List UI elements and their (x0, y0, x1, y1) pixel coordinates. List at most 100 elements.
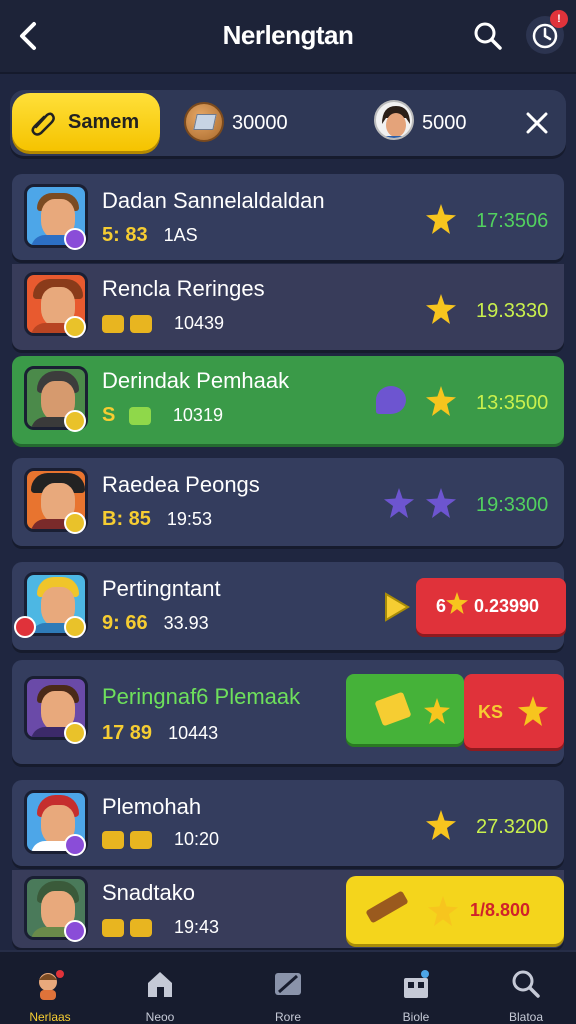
list-item[interactable]: Snadtako 19:43 1/8.800 (12, 870, 564, 948)
coin-counter: 30000 (184, 102, 304, 144)
search-icon (512, 970, 540, 998)
shop-icon (404, 970, 429, 998)
player-level: 9: 66 (102, 612, 148, 634)
cash-icon (128, 406, 151, 425)
player-name: Dadan Sannelaldaldan (102, 188, 325, 213)
player-count: 10439 (174, 313, 225, 333)
rank-badge (64, 316, 86, 338)
list-item[interactable]: Peringnaf6 Plemaak 17 89 10443 KS (12, 660, 564, 764)
nav-item-search[interactable]: Blatoa (476, 958, 576, 1024)
nav-item-home[interactable]: Nerlaas (0, 958, 100, 1024)
player-score: 19:3300 (476, 494, 549, 516)
crown-icon (102, 830, 124, 849)
player-level: B: 85 (102, 508, 151, 530)
star-icon (384, 488, 414, 518)
house-icon (148, 972, 172, 997)
player-stats: B: 85 19:53 (102, 508, 212, 531)
player-score: 13:3500 (476, 392, 549, 414)
crown-icon (102, 918, 124, 937)
star-icon (426, 386, 456, 416)
player-count: 10:20 (174, 829, 220, 849)
nav-label: Biole (402, 1010, 430, 1024)
rank-badge (64, 920, 86, 942)
treasure-icon (102, 314, 124, 333)
score-pill-yellow[interactable]: 1/8.800 (346, 876, 564, 944)
score-pill-red[interactable]: 6 0.23990 (416, 578, 566, 634)
list-item-highlighted[interactable]: Derindak Pemhaak S 10319 13:3500 (12, 356, 564, 444)
list-item[interactable]: Rencla Reringes 10439 19.3330 (12, 264, 564, 350)
player-count: 19:43 (174, 917, 220, 937)
player-stats: 17 89 10443 (102, 722, 218, 745)
rank-badge (64, 616, 86, 638)
star-icon (428, 896, 458, 926)
map-icon (275, 973, 301, 995)
player-stats: 5: 83 1AS (102, 224, 198, 247)
star-icon (446, 592, 468, 614)
top-app-bar: Nerlengtan ! (0, 0, 576, 74)
profile-value: 5000 (422, 112, 467, 134)
player-stats: 9: 66 33.93 (102, 612, 209, 635)
rank-badge (64, 228, 86, 250)
close-icon (526, 112, 548, 134)
list-item[interactable]: Plemohah 10:20 27.3200 (12, 780, 564, 866)
player-count: 33.93 (163, 613, 209, 633)
rank-badge (64, 410, 86, 432)
coin-bag-icon (130, 314, 152, 333)
nav-label: Nerlaas (29, 1010, 71, 1024)
list-item[interactable]: Pertingntant 9: 66 33.93 6 0.23990 (12, 562, 566, 650)
coin-value: 30000 (232, 112, 288, 134)
player-stats: S 10319 (102, 404, 223, 427)
player-stats: 19:43 (102, 916, 219, 939)
player-level: 17 89 (102, 722, 153, 744)
player-name: Plemohah (102, 794, 202, 819)
player-count: 19:53 (166, 509, 212, 529)
player-score: 1/8.800 (470, 900, 531, 920)
star-icon (426, 488, 456, 518)
nav-label: Rore (274, 1010, 301, 1024)
star-icon (426, 204, 456, 234)
player-count: 10319 (172, 405, 223, 425)
star-icon (518, 696, 548, 726)
search-button[interactable] (472, 20, 504, 52)
rank-badge (64, 834, 86, 856)
player-name: Pertingntant (102, 576, 221, 601)
close-button[interactable] (524, 110, 550, 136)
list-item[interactable]: Raedea Peongs B: 85 19:53 19:3300 (12, 458, 564, 546)
player-level: S (102, 404, 116, 426)
pill-prefix: 6 (436, 596, 447, 616)
player-score: 0.23990 (474, 596, 540, 616)
hammer-icon (365, 890, 409, 924)
silver-bar-coin-icon (184, 102, 224, 142)
profile-avatar-icon[interactable] (374, 100, 414, 140)
rank-badge (14, 616, 36, 638)
notification-badge: ! (550, 10, 568, 28)
timer-button[interactable]: ! (526, 10, 568, 54)
nav-item-shop[interactable]: Biole (366, 958, 466, 1024)
coin-icon (130, 918, 152, 937)
nav-label: Neoo (145, 1010, 175, 1024)
primary-action-button[interactable]: Samem (12, 93, 160, 151)
nav-item-map[interactable]: Rore (238, 958, 338, 1024)
rank-badge (64, 512, 86, 534)
star-icon (426, 810, 456, 840)
character-icon (39, 970, 64, 1000)
player-score: KS (478, 702, 504, 722)
player-stats: 10439 (102, 312, 224, 335)
nav-item-home-2[interactable]: Neoo (110, 958, 210, 1024)
nav-label: Blatoa (508, 1010, 544, 1024)
primary-action-label: Samem (68, 111, 140, 133)
reward-button-green[interactable] (346, 674, 464, 744)
list-item[interactable]: Dadan Sannelaldaldan 5: 83 1AS 17:3506 (12, 174, 564, 260)
player-count: 10443 (168, 723, 219, 743)
player-name: Raedea Peongs (102, 472, 260, 497)
coin-icon (130, 830, 152, 849)
player-score: 19.3330 (476, 300, 549, 322)
profile-counter: 5000 (374, 100, 484, 144)
score-pill-red[interactable]: KS (464, 674, 564, 748)
play-arrow-icon[interactable] (382, 592, 410, 622)
player-score: 17:3506 (476, 210, 549, 232)
search-icon (474, 22, 502, 50)
player-name: Snadtako (102, 880, 195, 905)
chat-bubble-icon[interactable] (376, 386, 406, 414)
player-score: 27.3200 (476, 816, 549, 838)
